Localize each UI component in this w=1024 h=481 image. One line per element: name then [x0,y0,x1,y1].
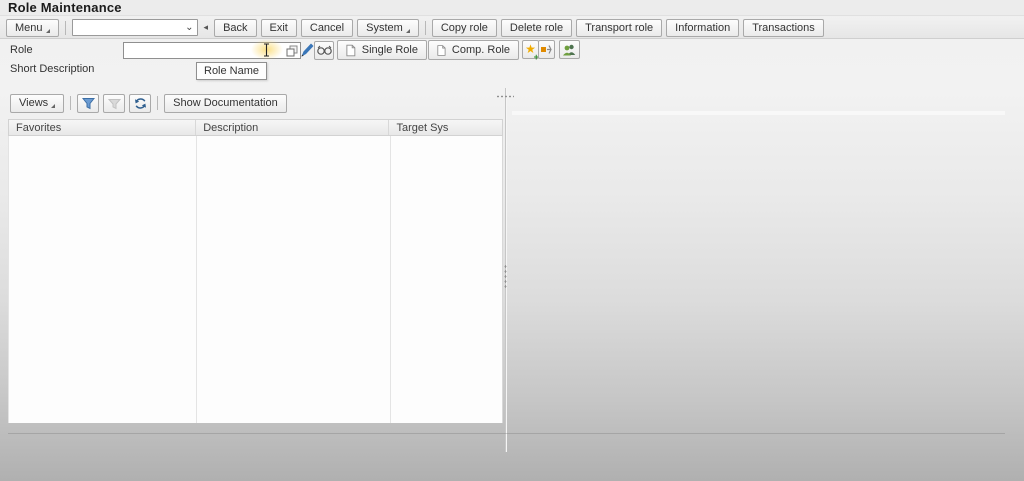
sap-role-maintenance-window: Role Maintenance Menu ⌄ ◂ Back Exit Canc… [0,0,1024,481]
column-header-description[interactable]: Description [196,120,389,135]
text-cursor-icon [262,43,271,57]
single-role-label: Single Role [362,44,418,56]
refresh-icon [134,97,147,110]
delete-role-button[interactable]: Delete role [501,19,572,37]
page-title: Role Maintenance [8,0,122,15]
filter-button[interactable] [77,94,99,113]
show-documentation-button[interactable]: Show Documentation [164,94,287,113]
dropdown-corner-icon [406,29,410,33]
transactions-button[interactable]: Transactions [743,19,824,37]
system-button-label: System [366,22,403,34]
content-bottom-divider [8,433,1005,434]
favorite-add-button[interactable]: ★ + [522,40,539,59]
glasses-icon [317,45,332,56]
command-field[interactable]: ⌄ [72,19,198,36]
distribute-icon [540,44,553,55]
toolbar-separator [425,21,426,35]
splitter-grip-icon[interactable] [496,95,514,98]
copy-role-button[interactable]: Copy role [432,19,497,37]
role-label: Role [10,44,33,56]
collapse-toolbar-icon[interactable]: ◂ [204,22,209,33]
splitter-grip-icon[interactable] [504,264,507,288]
single-role-button[interactable]: Single Role [337,40,427,60]
role-name-tooltip: Role Name [196,62,267,80]
display-glasses-button[interactable] [314,41,334,60]
views-toolbar: Views Show Documentation [8,93,289,113]
back-button[interactable]: Back [214,19,256,37]
right-pane-divider [512,111,1005,115]
cancel-button[interactable]: Cancel [301,19,353,37]
comp-role-button[interactable]: Comp. Role [428,40,519,60]
tree-table-body[interactable] [8,136,503,423]
filter-funnel-disabled-icon [108,97,121,110]
edit-pencil-icon[interactable] [301,43,314,57]
distribute-button[interactable] [538,40,555,59]
delete-filter-button-disabled [103,94,125,113]
refresh-button[interactable] [129,94,151,113]
system-toolbar: Menu ⌄ ◂ Back Exit Cancel System Copy ro… [0,17,1024,39]
exit-button[interactable]: Exit [261,19,297,37]
chevron-down-icon[interactable]: ⌄ [185,23,193,33]
filter-funnel-icon [82,97,95,110]
toolbar-separator [65,21,66,35]
column-divider [390,136,391,423]
views-button-label: Views [19,97,48,109]
toolbar-separator [157,96,158,110]
short-description-label: Short Description [10,63,94,75]
information-button[interactable]: Information [666,19,739,37]
column-header-target-sys[interactable]: Target Sys [389,120,502,135]
clipboard-copy-icon[interactable] [286,45,298,57]
column-header-favorites[interactable]: Favorites [9,120,196,135]
dropdown-corner-icon [51,104,55,108]
user-assignment-button[interactable] [559,40,580,59]
document-icon [346,44,356,57]
menu-button[interactable]: Menu [6,19,59,37]
document-icon [437,44,446,57]
users-icon [562,44,577,56]
column-divider [196,136,197,423]
dropdown-corner-icon [46,29,50,33]
title-bar: Role Maintenance [0,0,1024,16]
views-button[interactable]: Views [10,94,64,113]
system-button[interactable]: System [357,19,419,37]
transport-role-button[interactable]: Transport role [576,19,662,37]
menu-button-label: Menu [15,22,43,34]
comp-role-label: Comp. Role [452,44,510,56]
toolbar-separator [70,96,71,110]
command-input[interactable] [73,21,183,34]
tree-table-header: Favorites Description Target Sys [8,119,503,136]
